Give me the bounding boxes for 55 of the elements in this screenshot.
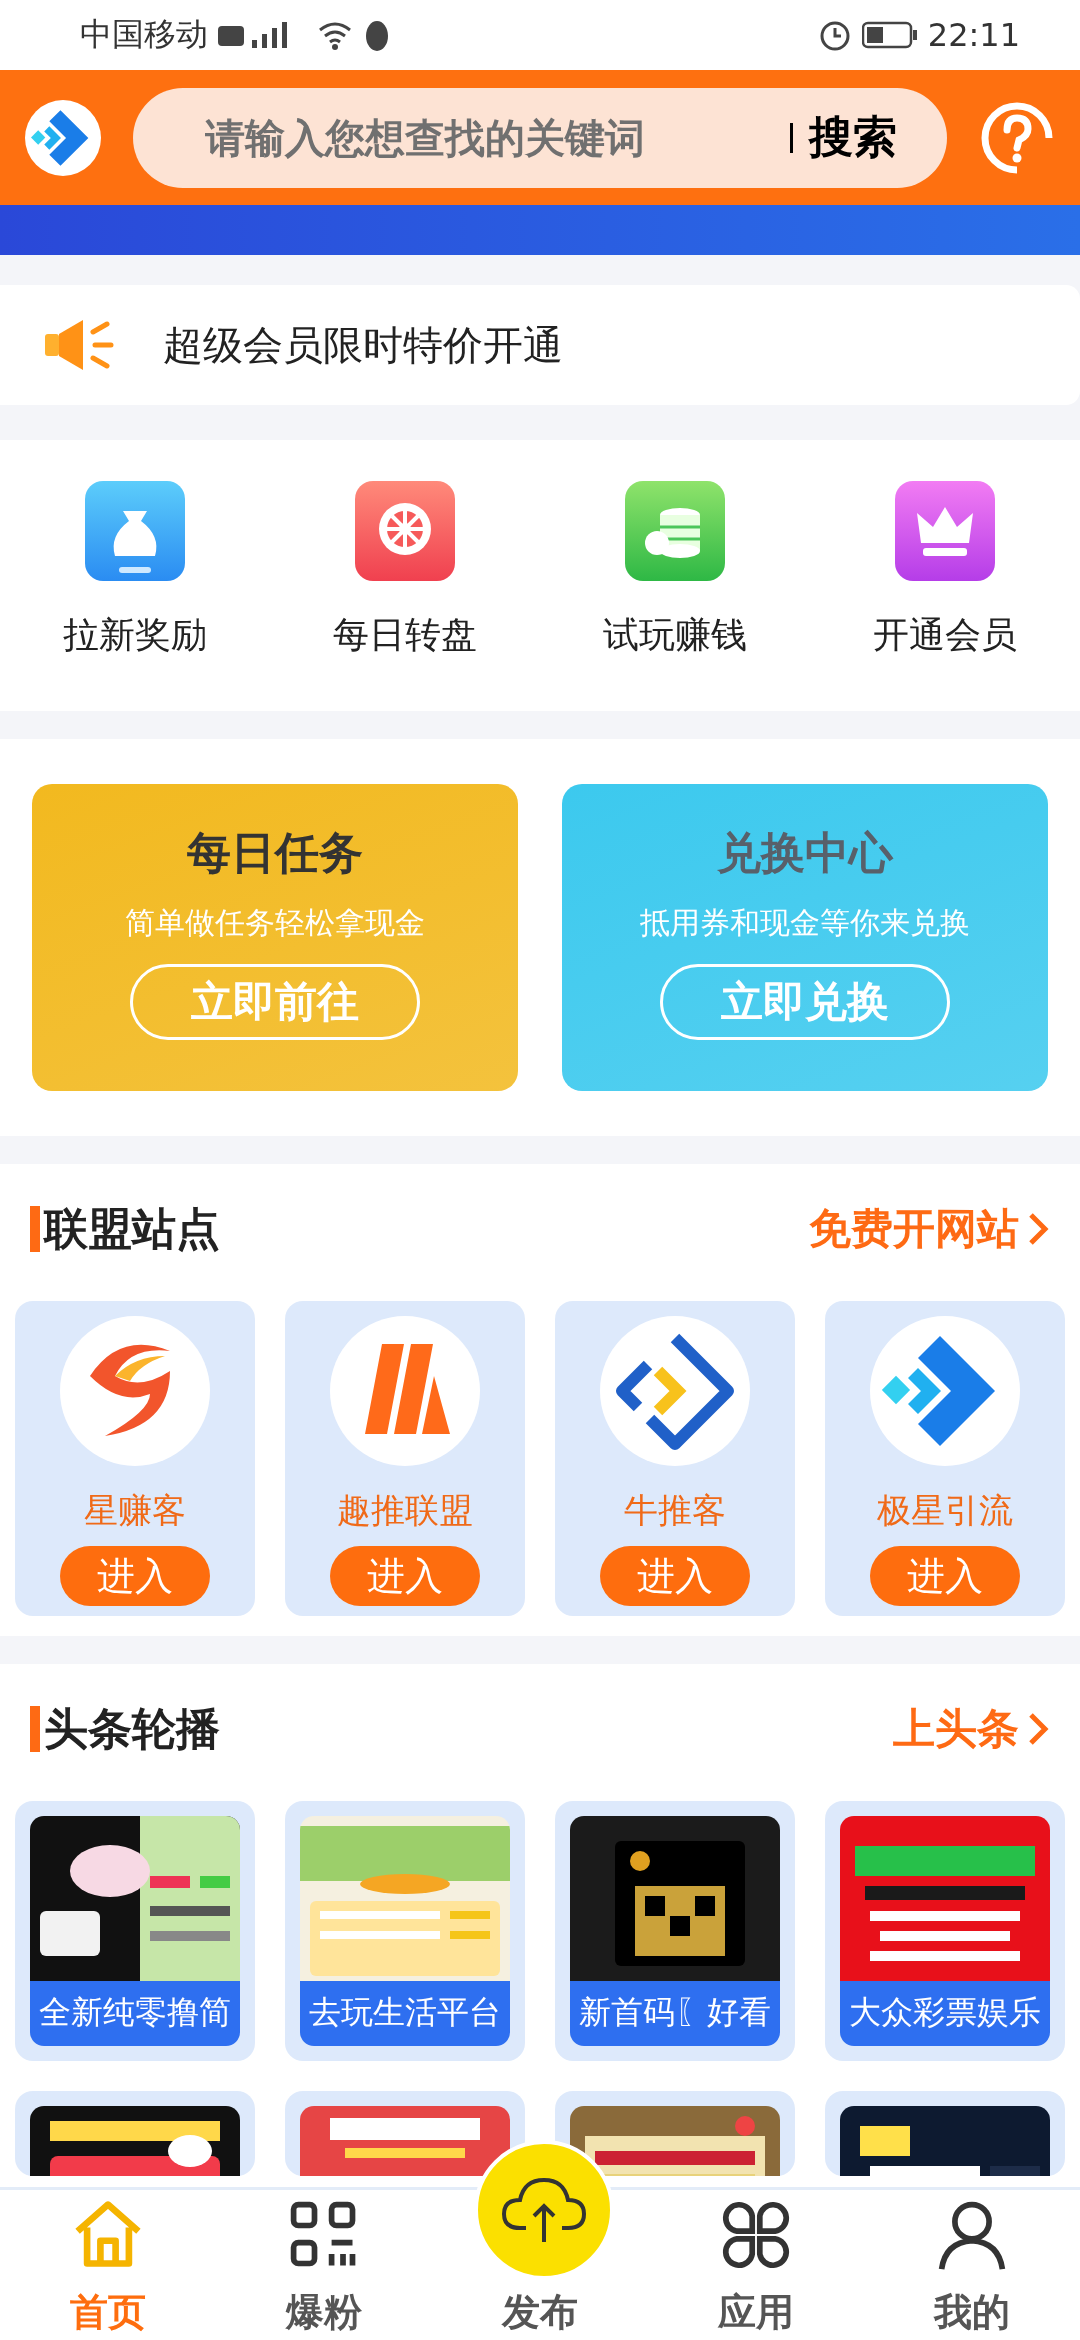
coins-icon — [625, 481, 725, 581]
headline-card[interactable]: 大众彩票娱乐 — [825, 1801, 1065, 2061]
chevron-icon — [1027, 1211, 1049, 1247]
section-link[interactable]: 免费开网站 — [803, 1200, 1055, 1258]
headline-card[interactable]: 全新纯零撸简 — [15, 1801, 255, 2061]
card-subtitle: 简单做任务轻松拿现金 — [125, 904, 425, 942]
wheel-icon — [355, 481, 455, 581]
enter-button[interactable]: 进入 — [330, 1546, 480, 1606]
carrier-text: 中国移动 — [80, 14, 208, 55]
section-title: 联盟站点 — [30, 1206, 220, 1252]
clock-text: 22:11 — [927, 16, 1020, 54]
nav-tab[interactable]: 发布 — [496, 2286, 584, 2340]
headline-card[interactable]: 去玩生活平台 — [285, 1801, 525, 2061]
shortcut-item[interactable]: 每日转盘 — [270, 480, 540, 661]
nav-tab[interactable]: 我的 — [928, 2196, 1016, 2340]
nav-tab[interactable]: 应用 — [712, 2196, 800, 2340]
promo-card[interactable]: 每日任务 简单做任务轻松拿现金 立即前往 — [32, 784, 518, 1091]
card-title: 每日任务 — [187, 826, 363, 880]
crown-icon — [895, 481, 995, 581]
card-subtitle: 抵用券和现金等你来兑换 — [640, 904, 970, 942]
shortcut-item[interactable]: 开通会员 — [810, 480, 1080, 661]
site-name: 趣推联盟 — [337, 1489, 473, 1532]
enter-button[interactable]: 进入 — [870, 1546, 1020, 1606]
section-title: 头条轮播 — [30, 1706, 220, 1752]
search-field[interactable]: 请输入您想查找的关键词 搜索 — [133, 87, 947, 188]
site-card[interactable]: 趣推联盟 进入 — [285, 1301, 525, 1616]
shortcut-item[interactable]: 拉新奖励 — [0, 480, 270, 661]
promo-card[interactable]: 兑换中心 抵用券和现金等你来兑换 立即兑换 — [562, 784, 1048, 1091]
section-link[interactable]: 上头条 — [887, 1700, 1055, 1758]
site-card[interactable]: 极星引流 进入 — [825, 1301, 1065, 1616]
headline-caption: 新首码〖好看 — [570, 1981, 780, 2046]
chevron-icon — [1027, 1711, 1049, 1747]
speaker-icon — [45, 318, 115, 372]
headline-caption: 全新纯零撸简 — [30, 1981, 240, 2046]
nav-tab[interactable]: 爆粉 — [280, 2196, 368, 2340]
enter-button[interactable]: 进入 — [60, 1546, 210, 1606]
site-name: 极星引流 — [877, 1489, 1013, 1532]
notice-text: 超级会员限时特价开通 — [163, 320, 563, 370]
headline-card[interactable]: 新首码〖好看 — [555, 1801, 795, 2061]
card-title: 兑换中心 — [717, 826, 893, 880]
headline-card[interactable] — [15, 2091, 255, 2176]
shortcut-item[interactable]: 试玩赚钱 — [540, 480, 810, 661]
site-name: 牛推客 — [624, 1489, 726, 1532]
site-name: 星赚客 — [84, 1489, 186, 1532]
headline-caption: 去玩生活平台 — [300, 1981, 510, 2046]
enter-button[interactable]: 进入 — [600, 1546, 750, 1606]
notice-bar[interactable]: 超级会员限时特价开通 — [0, 285, 1080, 405]
site-card[interactable]: 牛推客 进入 — [555, 1301, 795, 1616]
nav-tab[interactable]: 首页 — [64, 2196, 152, 2340]
app-logo[interactable] — [25, 99, 101, 176]
headline-card[interactable] — [825, 2091, 1065, 2176]
site-card[interactable]: 星赚客 进入 — [15, 1301, 255, 1616]
search-button[interactable]: 搜索 — [809, 108, 897, 167]
headline-caption: 大众彩票娱乐 — [840, 1981, 1050, 2046]
money-bag-icon — [85, 481, 185, 581]
